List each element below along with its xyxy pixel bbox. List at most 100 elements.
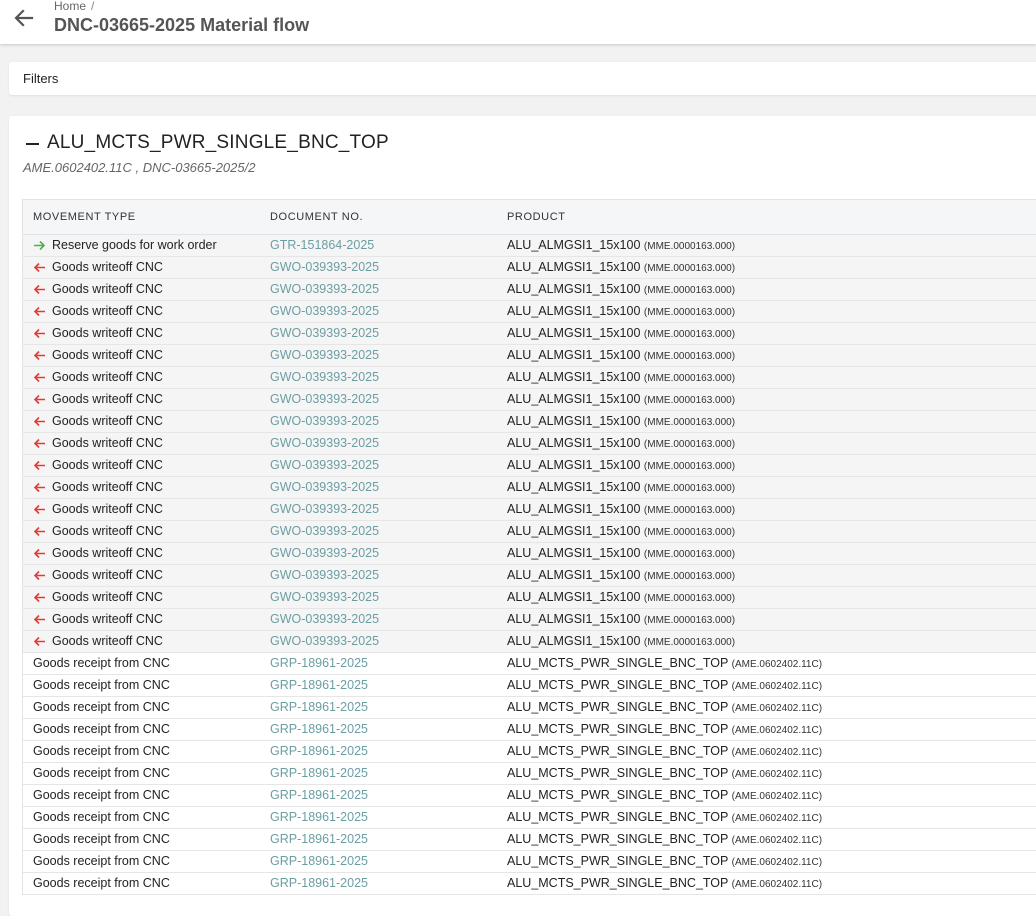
document-link[interactable]: GWO-039393-2025 (270, 304, 379, 318)
table-row[interactable]: Goods writeoff CNC GWO-039393-2025 ALU_ALM… (23, 565, 1036, 587)
document-link[interactable]: GWO-039393-2025 (270, 458, 379, 472)
product-code: (MME.0000163.000) (643, 637, 736, 648)
breadcrumb-home[interactable]: Home (54, 0, 86, 13)
table-row[interactable]: Goods receipt from CNC GRP-18961-2025 ALU_… (23, 741, 1036, 763)
product-cell: ALU_MCTS_PWR_SINGLE_BNC_TOP (AME.0602402… (507, 810, 822, 824)
product-name: ALU_ALMGSI1_15x100 (507, 590, 641, 604)
document-link[interactable]: GRP-18961-2025 (270, 656, 368, 670)
table-row[interactable]: Goods writeoff CNC GWO-039393-2025 ALU_ALM… (23, 389, 1036, 411)
product-name: ALU_ALMGSI1_15x100 (507, 546, 641, 560)
document-link[interactable]: GWO-039393-2025 (270, 326, 379, 340)
product-code: (AME.0602402.11C) (731, 703, 823, 714)
back-button[interactable] (12, 6, 36, 30)
product-name: ALU_MCTS_PWR_SINGLE_BNC_TOP (507, 876, 729, 890)
table-row[interactable]: Goods writeoff CNC GWO-039393-2025 ALU_ALM… (23, 345, 1036, 367)
document-link[interactable]: GRP-18961-2025 (270, 744, 368, 758)
arrow-left-icon (33, 548, 45, 559)
product-name: ALU_ALMGSI1_15x100 (507, 524, 641, 538)
table-row[interactable]: Goods receipt from CNC GRP-18961-2025 ALU_… (23, 873, 1036, 895)
table-row[interactable]: Goods writeoff CNC GWO-039393-2025 ALU_ALM… (23, 411, 1036, 433)
document-link[interactable]: GWO-039393-2025 (270, 392, 379, 406)
table-row[interactable]: Goods receipt from CNC GRP-18961-2025 ALU_… (23, 697, 1036, 719)
table-row[interactable]: Goods receipt from CNC GRP-18961-2025 ALU_… (23, 763, 1036, 785)
document-link[interactable]: GWO-039393-2025 (270, 348, 379, 362)
movement-type: Goods writeoff CNC (52, 282, 163, 296)
document-link[interactable]: GWO-039393-2025 (270, 546, 379, 560)
column-header-movement-type[interactable]: MOVEMENT TYPE (33, 211, 136, 223)
product-code: (MME.0000163.000) (643, 329, 736, 340)
document-link[interactable]: GWO-039393-2025 (270, 370, 379, 384)
table-row[interactable]: Goods writeoff CNC GWO-039393-2025 ALU_ALM… (23, 323, 1036, 345)
document-link[interactable]: GWO-039393-2025 (270, 590, 379, 604)
table-row[interactable]: Goods receipt from CNC GRP-18961-2025 ALU_… (23, 851, 1036, 873)
table-row[interactable]: Goods receipt from CNC GRP-18961-2025 ALU_… (23, 785, 1036, 807)
table-body: Reserve goods for work order GTR-151864-2… (23, 235, 1036, 895)
table-row[interactable]: Goods writeoff CNC GWO-039393-2025 ALU_ALM… (23, 367, 1036, 389)
product-cell: ALU_MCTS_PWR_SINGLE_BNC_TOP (AME.0602402… (507, 766, 822, 780)
table-row[interactable]: Goods writeoff CNC GWO-039393-2025 ALU_ALM… (23, 631, 1036, 653)
table-row[interactable]: Goods receipt from CNC GRP-18961-2025 ALU_… (23, 653, 1036, 675)
document-link[interactable]: GRP-18961-2025 (270, 810, 368, 824)
product-cell: ALU_ALMGSI1_15x100 (MME.0000163.000) (507, 392, 735, 406)
movement-type: Goods receipt from CNC (33, 832, 170, 846)
document-link[interactable]: GRP-18961-2025 (270, 700, 368, 714)
document-link[interactable]: GRP-18961-2025 (270, 876, 368, 890)
table-row[interactable]: Goods writeoff CNC GWO-039393-2025 ALU_ALM… (23, 257, 1036, 279)
document-link[interactable]: GWO-039393-2025 (270, 480, 379, 494)
table-row[interactable]: Goods writeoff CNC GWO-039393-2025 ALU_ALM… (23, 433, 1036, 455)
document-link[interactable]: GWO-039393-2025 (270, 524, 379, 538)
document-link[interactable]: GWO-039393-2025 (270, 634, 379, 648)
product-cell: ALU_ALMGSI1_15x100 (MME.0000163.000) (507, 326, 735, 340)
product-cell: ALU_MCTS_PWR_SINGLE_BNC_TOP (AME.0602402… (507, 678, 822, 692)
product-code: (AME.0602402.11C) (731, 725, 823, 736)
product-cell: ALU_MCTS_PWR_SINGLE_BNC_TOP (AME.0602402… (507, 876, 822, 890)
breadcrumb-separator: / (91, 0, 95, 13)
document-link[interactable]: GRP-18961-2025 (270, 722, 368, 736)
document-link[interactable]: GRP-18961-2025 (270, 766, 368, 780)
table-row[interactable]: Goods writeoff CNC GWO-039393-2025 ALU_ALM… (23, 587, 1036, 609)
arrow-left-icon (33, 636, 45, 647)
filters-panel[interactable]: Filters (9, 62, 1036, 95)
table-row[interactable]: Goods writeoff CNC GWO-039393-2025 ALU_ALM… (23, 543, 1036, 565)
collapse-icon[interactable] (26, 143, 39, 145)
product-code: (MME.0000163.000) (643, 395, 736, 406)
document-link[interactable]: GWO-039393-2025 (270, 260, 379, 274)
product-name: ALU_MCTS_PWR_SINGLE_BNC_TOP (507, 810, 729, 824)
product-code: (MME.0000163.000) (643, 571, 736, 582)
product-name: ALU_ALMGSI1_15x100 (507, 348, 641, 362)
table-row[interactable]: Goods writeoff CNC GWO-039393-2025 ALU_ALM… (23, 301, 1036, 323)
arrow-left-icon (33, 438, 45, 449)
table-row[interactable]: Goods writeoff CNC GWO-039393-2025 ALU_ALM… (23, 609, 1036, 631)
product-code: (MME.0000163.000) (643, 483, 736, 494)
table-row[interactable]: Goods receipt from CNC GRP-18961-2025 ALU_… (23, 829, 1036, 851)
document-link[interactable]: GRP-18961-2025 (270, 832, 368, 846)
table-row[interactable]: Goods writeoff CNC GWO-039393-2025 ALU_ALM… (23, 477, 1036, 499)
product-cell: ALU_MCTS_PWR_SINGLE_BNC_TOP (AME.0602402… (507, 854, 822, 868)
document-link[interactable]: GWO-039393-2025 (270, 414, 379, 428)
document-link[interactable]: GTR-151864-2025 (270, 238, 374, 252)
table-row[interactable]: Goods writeoff CNC GWO-039393-2025 ALU_ALM… (23, 279, 1036, 301)
table-row[interactable]: Goods writeoff CNC GWO-039393-2025 ALU_ALM… (23, 499, 1036, 521)
document-link[interactable]: GWO-039393-2025 (270, 282, 379, 296)
document-link[interactable]: GRP-18961-2025 (270, 854, 368, 868)
document-link[interactable]: GWO-039393-2025 (270, 502, 379, 516)
group-subtitle: AME.0602402.11C , DNC-03665-2025/2 (23, 160, 256, 175)
document-link[interactable]: GRP-18961-2025 (270, 678, 368, 692)
movement-type: Goods writeoff CNC (52, 568, 163, 582)
document-link[interactable]: GWO-039393-2025 (270, 612, 379, 626)
product-code: (MME.0000163.000) (643, 505, 736, 516)
table-row[interactable]: Goods receipt from CNC GRP-18961-2025 ALU_… (23, 675, 1036, 697)
table-row[interactable]: Reserve goods for work order GTR-151864-2… (23, 235, 1036, 257)
product-cell: ALU_MCTS_PWR_SINGLE_BNC_TOP (AME.0602402… (507, 656, 822, 670)
product-code: (MME.0000163.000) (643, 373, 736, 384)
table-row[interactable]: Goods writeoff CNC GWO-039393-2025 ALU_ALM… (23, 455, 1036, 477)
table-row[interactable]: Goods writeoff CNC GWO-039393-2025 ALU_ALM… (23, 521, 1036, 543)
document-link[interactable]: GRP-18961-2025 (270, 788, 368, 802)
document-link[interactable]: GWO-039393-2025 (270, 568, 379, 582)
column-header-product[interactable]: PRODUCT (507, 211, 566, 223)
document-link[interactable]: GWO-039393-2025 (270, 436, 379, 450)
column-header-document-no[interactable]: DOCUMENT NO. (270, 211, 363, 223)
product-code: (AME.0602402.11C) (731, 681, 823, 692)
table-row[interactable]: Goods receipt from CNC GRP-18961-2025 ALU_… (23, 719, 1036, 741)
table-row[interactable]: Goods receipt from CNC GRP-18961-2025 ALU_… (23, 807, 1036, 829)
